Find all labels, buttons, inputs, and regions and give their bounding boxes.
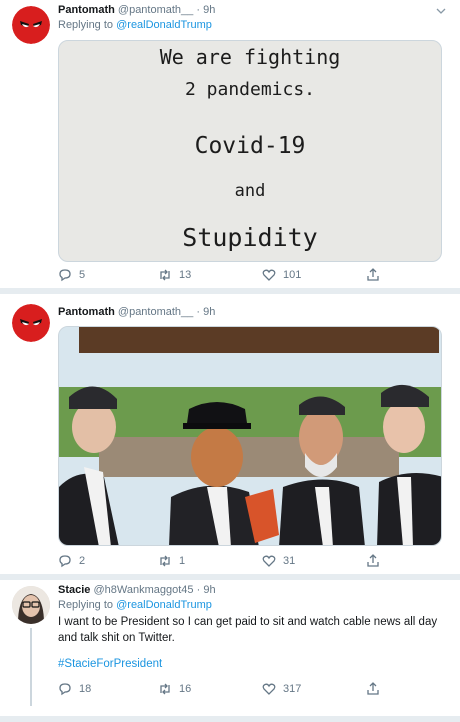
tweet[interactable]: Pantomath @pantomath__ · 9h Replying to …	[0, 0, 460, 288]
replying-to-label: Replying to	[58, 599, 114, 611]
user-handle[interactable]: @pantomath__	[118, 4, 193, 16]
tweet-header: Pantomath @pantomath__ · 9h	[58, 306, 215, 318]
hashtag-link[interactable]: #StacieForPresident	[58, 658, 162, 670]
mention-link[interactable]: @realDonaldTrump	[116, 19, 212, 31]
separator-dot: ·	[196, 4, 201, 16]
reply-button[interactable]: 2	[58, 554, 85, 568]
display-name[interactable]: Pantomath	[58, 306, 115, 318]
mention-link[interactable]: @realDonaldTrump	[116, 599, 212, 611]
separator-dot: ·	[196, 306, 201, 318]
separator-dot: ·	[196, 584, 201, 596]
image-text-line: and	[234, 181, 266, 201]
tweet-header: Pantomath @pantomath__ · 9h	[58, 4, 215, 16]
reply-icon	[59, 269, 71, 282]
share-button[interactable]	[366, 554, 387, 568]
replying-to: Replying to @realDonaldTrump	[58, 599, 212, 611]
retweet-count: 16	[179, 683, 192, 695]
reply-count: 18	[79, 683, 92, 695]
like-button[interactable]: 101	[262, 268, 301, 282]
share-button[interactable]	[366, 682, 387, 696]
image-text-line: We are fighting	[159, 45, 341, 69]
timestamp[interactable]: 9h	[203, 306, 215, 318]
image-text-line: Stupidity	[182, 223, 318, 252]
heart-icon	[262, 555, 276, 567]
retweet-count: 1	[179, 555, 186, 567]
image-text-line: Covid-19	[194, 133, 306, 159]
like-count: 317	[283, 683, 302, 695]
tweet[interactable]: Stacie @h8Wankmaggot45 · 9h Replying to …	[0, 580, 460, 716]
timestamp[interactable]: 9h	[203, 4, 215, 16]
retweet-button[interactable]: 16	[158, 682, 191, 696]
timestamp[interactable]: 9h	[203, 584, 215, 596]
like-count: 31	[283, 555, 296, 567]
like-button[interactable]: 31	[262, 554, 295, 568]
thread-line	[30, 628, 32, 706]
tweet-image[interactable]	[58, 326, 442, 546]
share-icon	[367, 682, 379, 695]
retweet-button[interactable]: 13	[158, 268, 191, 282]
retweet-icon	[160, 683, 170, 695]
replying-to-label: Replying to	[58, 19, 114, 31]
tweet-actions: 18 16 317	[58, 682, 438, 698]
like-button[interactable]: 317	[262, 682, 301, 696]
heart-icon	[262, 683, 276, 695]
tweet-image[interactable]: We are fighting 2 pandemics. Covid-19 an…	[58, 40, 442, 262]
tweet-actions: 2 1 31	[58, 554, 438, 570]
retweet-count: 13	[179, 269, 192, 281]
user-handle[interactable]: @pantomath__	[118, 306, 193, 318]
reply-icon	[59, 555, 71, 568]
reply-button[interactable]: 5	[58, 268, 85, 282]
avatar[interactable]	[12, 586, 50, 624]
tweet-text: I want to be President so I can get paid…	[58, 616, 438, 644]
like-count: 101	[283, 269, 302, 281]
share-icon	[367, 268, 379, 281]
heart-icon	[262, 269, 276, 281]
tweet-header: Stacie @h8Wankmaggot45 · 9h	[58, 584, 216, 596]
share-icon	[367, 554, 379, 567]
photo-of-pallbearers	[59, 327, 441, 545]
reply-count: 2	[79, 555, 86, 567]
chevron-down-icon[interactable]	[436, 6, 446, 16]
reply-count: 5	[79, 269, 86, 281]
avatar[interactable]	[12, 304, 50, 342]
replying-to: Replying to @realDonaldTrump	[58, 19, 212, 31]
user-handle[interactable]: @h8Wankmaggot45	[93, 584, 193, 596]
share-button[interactable]	[366, 268, 387, 282]
image-text-line: 2 pandemics.	[184, 79, 316, 100]
retweet-icon	[160, 269, 170, 281]
tweet-actions: 5 13 101	[58, 268, 438, 284]
avatar[interactable]	[12, 6, 50, 44]
display-name[interactable]: Stacie	[58, 584, 90, 596]
reply-button[interactable]: 18	[58, 682, 91, 696]
retweet-button[interactable]: 1	[158, 554, 185, 568]
display-name[interactable]: Pantomath	[58, 4, 115, 16]
reply-icon	[59, 683, 71, 696]
retweet-icon	[160, 555, 170, 567]
tweet[interactable]: Pantomath @pantomath__ · 9h 2 1 31	[0, 294, 460, 574]
